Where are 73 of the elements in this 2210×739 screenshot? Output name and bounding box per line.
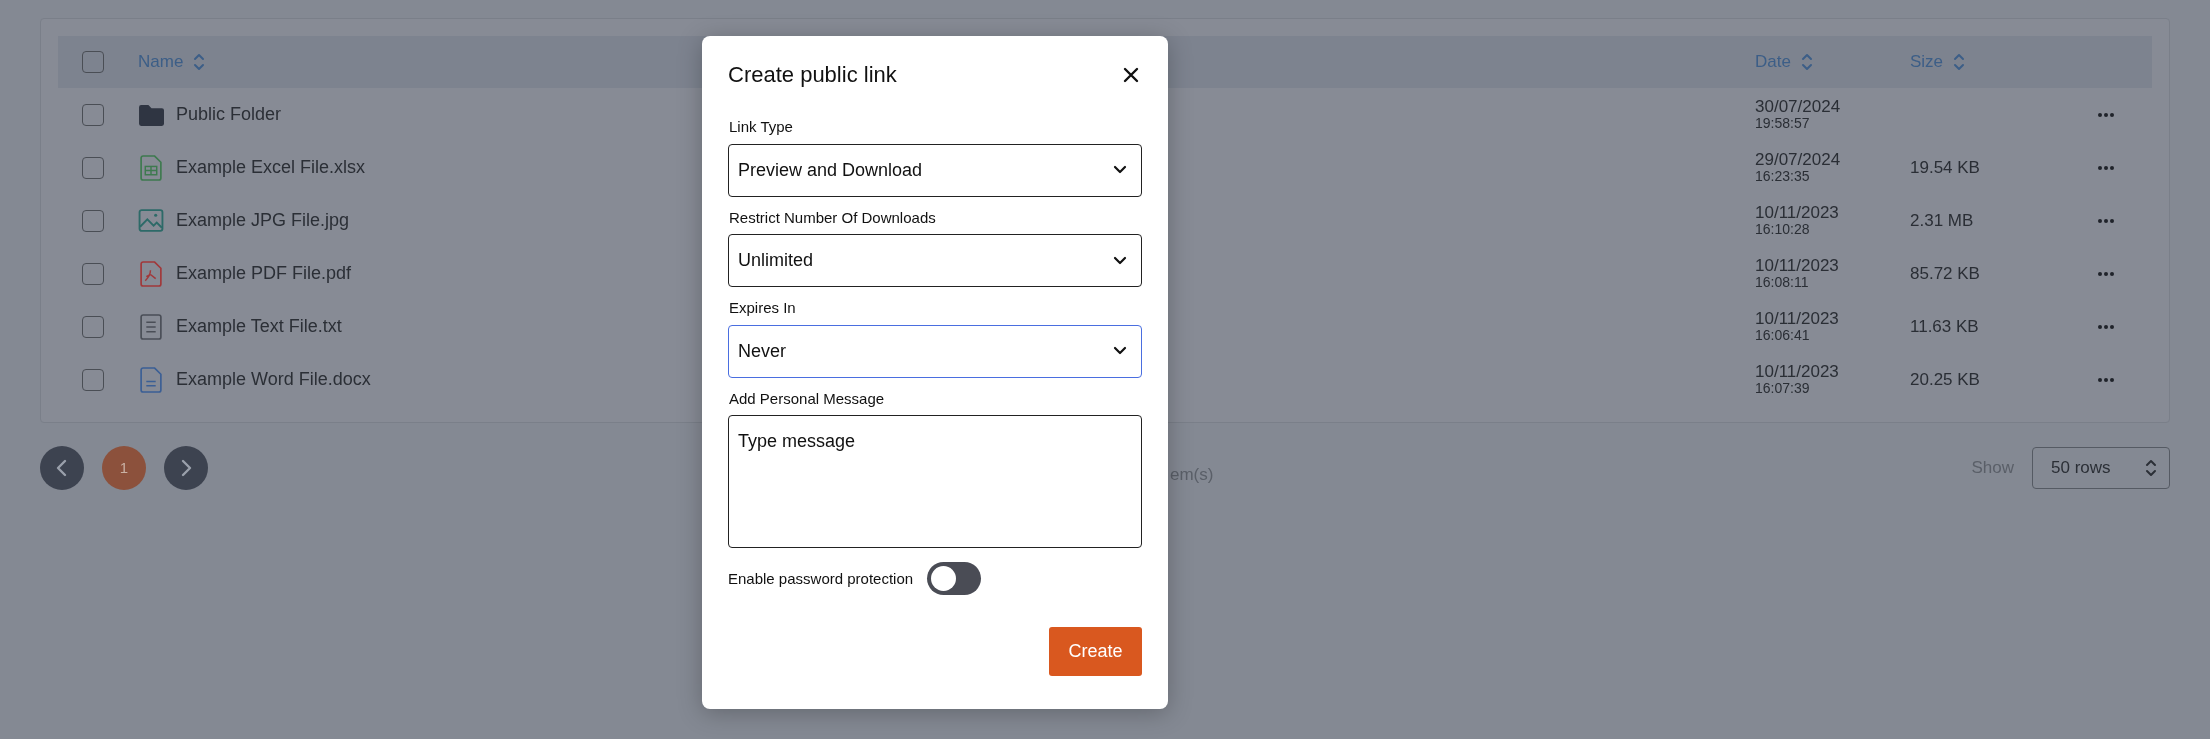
file-name[interactable]: Example Text File.txt [176,313,342,340]
file-name[interactable]: Example PDF File.pdf [176,260,352,287]
more-icon [2097,270,2115,277]
more-button[interactable] [2097,376,2115,383]
time-text: 16:07:39 [1755,380,1811,397]
date-text: 29/07/2024 [1755,150,1842,169]
message-field[interactable]: Type message [728,415,1142,549]
file-size: 19.54 KB [1910,157,1980,177]
file-size: 85.72 KB [1910,263,1980,283]
toggle-label: Enable password protection [728,568,914,589]
time-text: 19:58:57 [1755,115,1811,132]
row-checkbox[interactable] [82,368,104,391]
file-name[interactable]: Example Excel File.xlsx [176,154,366,181]
chevron-down-icon [1113,346,1127,357]
sort-icon[interactable] [1800,52,1813,72]
more-icon [2097,217,2115,224]
row-checkbox[interactable] [82,315,104,338]
previous-page-button[interactable] [40,446,84,490]
time-text: 16:10:28 [1755,221,1811,238]
date-text: 10/11/2023 [1755,362,1840,381]
more-icon [2097,164,2115,171]
select-field[interactable]: Unlimited [728,234,1142,288]
modal-title: Create public link [728,62,897,89]
page-button[interactable]: 1 [102,446,146,490]
field-label: Expires In [729,298,797,319]
more-button[interactable] [2097,323,2115,330]
file-name[interactable]: Example Word File.docx [176,366,371,393]
more-icon [2097,376,2115,383]
file-name[interactable]: Example JPG File.jpg [176,207,350,234]
date-text: 10/11/2023 [1755,309,1840,328]
rows-per-page-select[interactable]: 50 rows [2032,447,2170,489]
chevron-down-icon [1113,165,1127,176]
select-all-checkbox[interactable] [82,51,104,73]
time-text: 16:23:35 [1755,168,1811,185]
row-checkbox[interactable] [82,209,104,232]
select-field[interactable]: Preview and Download [728,143,1142,197]
chevron-left-icon [55,459,69,477]
field-label: Add Personal Message [729,388,886,409]
text-file-icon [138,313,164,340]
chevron-right-icon [179,459,193,477]
row-checkbox[interactable] [82,262,104,285]
close-icon [1123,67,1139,84]
more-button[interactable] [2097,164,2115,171]
date-text: 10/11/2023 [1755,256,1840,275]
password-toggle[interactable] [927,562,982,596]
field-label: Restrict Number Of Downloads [729,207,937,228]
file-name[interactable]: Public Folder [176,101,282,128]
sort-icon[interactable] [1953,52,1966,72]
more-icon [2097,111,2115,118]
file-size: 11.63 KB [1910,316,1979,336]
next-page-button[interactable] [164,446,208,490]
time-text: 16:06:41 [1755,327,1811,344]
chevron-down-icon [1113,255,1127,266]
spreadsheet-icon [138,154,164,181]
row-checkbox[interactable] [82,103,104,126]
more-button[interactable] [2097,217,2115,224]
create-button[interactable]: Create [1049,627,1142,677]
more-button[interactable] [2097,270,2115,277]
select-field[interactable]: Never [728,324,1142,378]
sort-icon [2145,458,2157,478]
more-button[interactable] [2097,111,2115,118]
more-icon [2097,323,2115,330]
document-icon [138,366,164,393]
date-text: 10/11/2023 [1755,203,1840,222]
time-text: 16:08:11 [1755,274,1810,291]
pdf-icon [138,260,164,287]
file-size: 2.31 MB [1910,210,1974,230]
field-label: Link Type [729,117,794,138]
image-icon [138,207,164,234]
file-size: 20.25 KB [1910,369,1980,389]
sort-icon[interactable] [193,52,206,72]
row-checkbox[interactable] [82,156,104,179]
date-text: 30/07/2024 [1755,97,1842,116]
